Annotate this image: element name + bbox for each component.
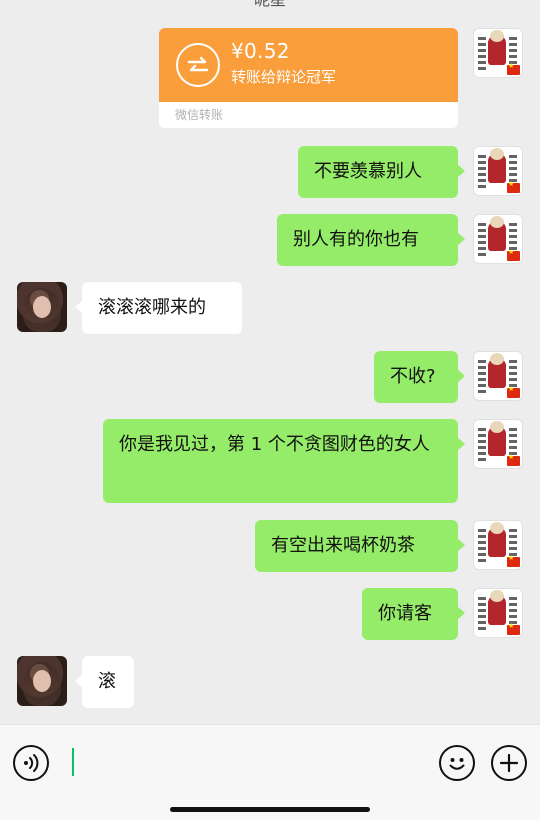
transfer-exchange-icon xyxy=(176,43,220,87)
my-avatar[interactable] xyxy=(473,351,523,401)
transfer-header: ¥0.52 转账给辩论冠军 xyxy=(159,28,458,102)
avatar-face xyxy=(33,296,51,318)
chat-bubble-sent[interactable]: 你请客 xyxy=(362,588,465,640)
avatar-stripes-left xyxy=(478,360,486,396)
chat-bubble-received[interactable]: 滚 xyxy=(75,656,134,708)
my-avatar[interactable] xyxy=(473,28,523,78)
transfer-amount: ¥0.52 xyxy=(231,39,290,63)
chat-bubble-received[interactable]: 滚滚滚哪来的 xyxy=(75,282,242,334)
china-flag-icon xyxy=(507,180,520,193)
chat-bubble-sent[interactable]: 不收? xyxy=(374,351,465,403)
home-indicator[interactable] xyxy=(170,807,370,812)
contact-avatar[interactable] xyxy=(17,282,67,332)
avatar-stripes-left xyxy=(478,597,486,633)
chat-bubble-sent[interactable]: 不要羡慕别人 xyxy=(298,146,465,198)
avatar-stripes-left xyxy=(478,529,486,565)
avatar-head xyxy=(490,522,504,534)
avatar-head xyxy=(490,148,504,160)
chat-bubble-sent[interactable]: 别人有的你也有 xyxy=(277,214,465,266)
transfer-recipient: 转账给辩论冠军 xyxy=(231,68,337,86)
text-caret xyxy=(72,748,74,776)
transfer-brand-label: 微信转账 xyxy=(175,108,224,122)
my-avatar[interactable] xyxy=(473,520,523,570)
avatar-head xyxy=(490,590,504,602)
transfer-card[interactable]: ¥0.52 转账给辩论冠军 微信转账 xyxy=(159,28,458,128)
avatar-head xyxy=(490,216,504,228)
my-avatar[interactable] xyxy=(473,214,523,264)
china-flag-icon xyxy=(507,248,520,261)
my-avatar[interactable] xyxy=(473,146,523,196)
chat-bubble-sent[interactable]: 你是我见过，第 1 个不贪图财色的女人 xyxy=(103,419,465,503)
avatar-stripes-left xyxy=(478,223,486,259)
emoji-icon[interactable] xyxy=(439,745,475,781)
my-avatar[interactable] xyxy=(473,588,523,638)
avatar-head xyxy=(490,421,504,433)
message-input[interactable] xyxy=(60,738,426,788)
my-avatar[interactable] xyxy=(473,419,523,469)
china-flag-icon xyxy=(507,554,520,567)
transfer-footer: 微信转账 xyxy=(159,102,458,128)
chat-bubble-sent[interactable]: 有空出来喝杯奶茶 xyxy=(255,520,465,572)
avatar-head xyxy=(490,30,504,42)
avatar-stripes-left xyxy=(478,428,486,464)
input-bar xyxy=(0,724,540,820)
china-flag-icon xyxy=(507,62,520,75)
avatar-face xyxy=(33,670,51,692)
avatar-stripes-left xyxy=(478,155,486,191)
china-flag-icon xyxy=(507,622,520,635)
china-flag-icon xyxy=(507,385,520,398)
plus-icon[interactable] xyxy=(491,745,527,781)
china-flag-icon xyxy=(507,453,520,466)
voice-icon[interactable] xyxy=(13,745,49,781)
avatar-stripes-left xyxy=(478,37,486,73)
contact-avatar[interactable] xyxy=(17,656,67,706)
avatar-head xyxy=(490,353,504,365)
header-title-fragment: 昵星 xyxy=(0,0,540,10)
